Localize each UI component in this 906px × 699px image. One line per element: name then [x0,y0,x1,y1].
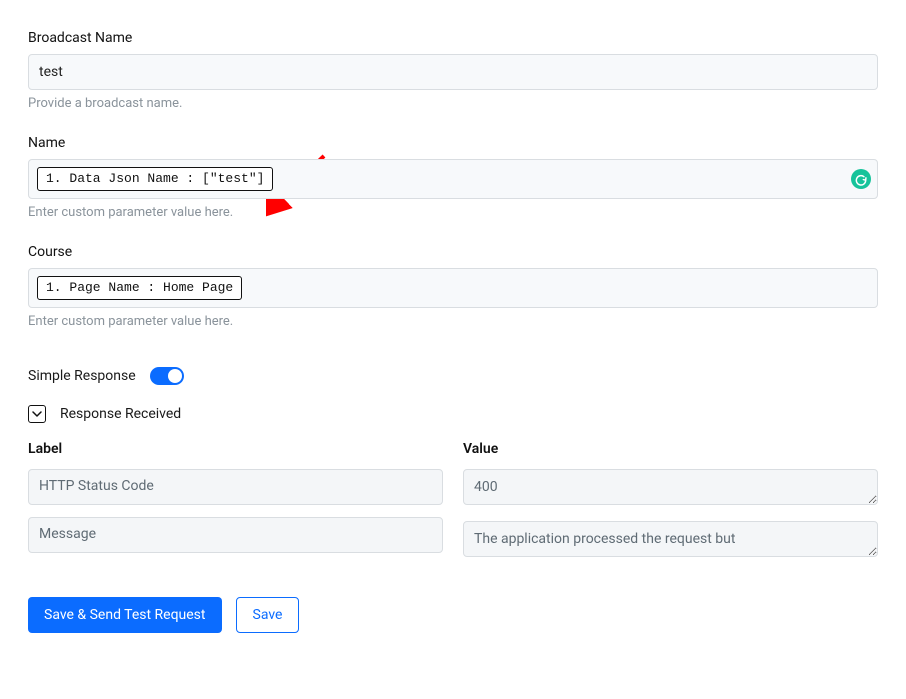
broadcast-name-label: Broadcast Name [28,30,878,46]
table-row: HTTP Status Code [28,469,443,505]
response-expand-button[interactable] [28,405,46,423]
response-table: Label HTTP Status Code Message Value 400… [28,441,878,573]
grammarly-icon [851,169,871,189]
value-column: Value 400 The application processed the … [463,441,878,573]
footer-buttons: Save & Send Test Request Save [28,597,878,633]
label-column: Label HTTP Status Code Message [28,441,443,573]
save-send-button[interactable]: Save & Send Test Request [28,597,222,633]
simple-response-row: Simple Response [28,367,878,385]
response-received-label: Response Received [60,406,181,422]
course-label: Course [28,244,878,260]
broadcast-name-input[interactable] [28,54,878,90]
simple-response-label: Simple Response [28,368,136,384]
simple-response-toggle[interactable] [150,367,184,385]
course-tag-container[interactable]: 1. Page Name : Home Page [28,268,878,308]
response-received-row: Response Received [28,405,878,423]
broadcast-name-group: Broadcast Name Provide a broadcast name. [28,30,878,111]
table-row[interactable]: 400 [463,469,878,505]
name-help: Enter custom parameter value here. [28,205,878,220]
course-tag[interactable]: 1. Page Name : Home Page [37,276,242,301]
table-row: Message [28,517,443,553]
name-group: Name 1. Data Json Name : ["test"] Enter … [28,135,878,220]
broadcast-name-help: Provide a broadcast name. [28,96,878,111]
name-tag-container[interactable]: 1. Data Json Name : ["test"] [28,159,878,199]
chevron-down-icon [32,409,42,419]
label-column-header: Label [28,441,443,457]
name-tag[interactable]: 1. Data Json Name : ["test"] [37,167,273,192]
course-group: Course 1. Page Name : Home Page Enter cu… [28,244,878,329]
value-column-header: Value [463,441,878,457]
course-help: Enter custom parameter value here. [28,314,878,329]
save-button[interactable]: Save [236,597,300,633]
table-row[interactable]: The application processed the request bu… [463,521,878,557]
name-label: Name [28,135,878,151]
